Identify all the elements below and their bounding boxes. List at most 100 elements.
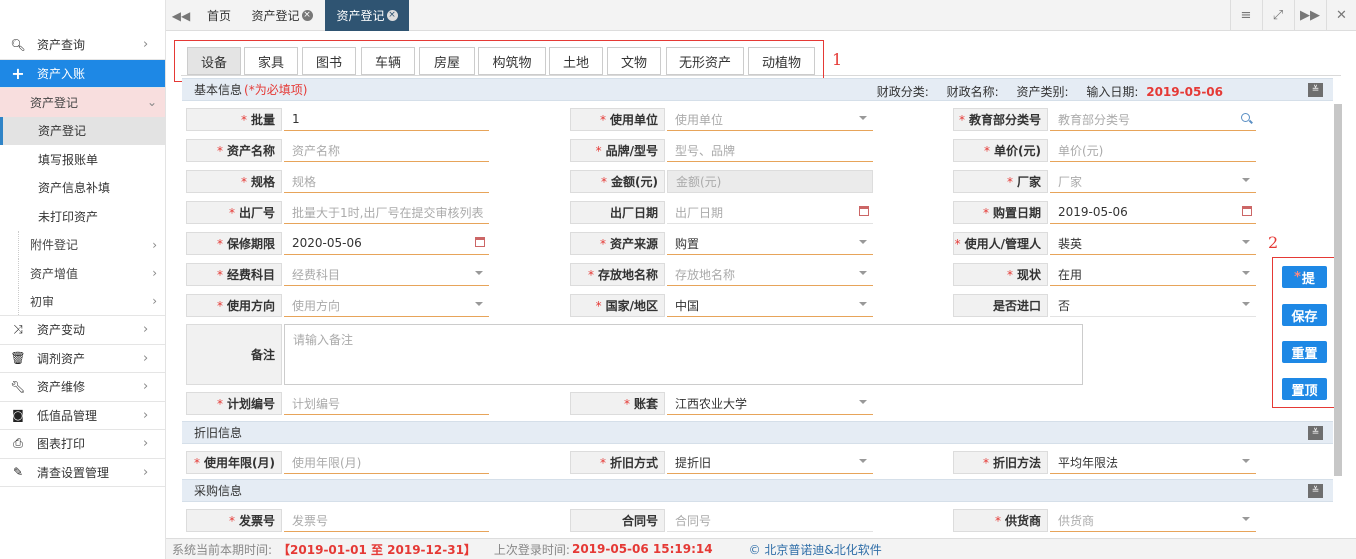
calendar-icon[interactable] (1242, 206, 1252, 216)
sidebar-item-label: 资产变动 (37, 323, 86, 338)
collapse-toggle-icon[interactable]: ≚ (1308, 83, 1323, 97)
brand-input[interactable]: 型号、品牌 (667, 139, 873, 162)
sidebar-item-asset-query[interactable]: 🔍︎ 资产查询 › (0, 31, 165, 60)
remark-textarea[interactable]: 请输入备注 (284, 324, 1083, 385)
source-select[interactable]: 购置 (667, 232, 873, 255)
top-button[interactable]: 置顶 (1282, 378, 1327, 400)
sidebar-item-label: 资产信息补填 (38, 181, 111, 196)
chevron-right-icon: › (143, 37, 149, 53)
buy-date-input[interactable]: 2019-05-06 (1050, 201, 1256, 224)
batch-input[interactable]: 1 (284, 108, 489, 131)
field-label: * 资产来源 (570, 232, 665, 255)
fullscreen-icon[interactable]: ⤢ (1262, 0, 1293, 31)
copyright[interactable]: © 北京普诺迪&北化软件 (749, 541, 882, 558)
close-icon[interactable]: × (301, 10, 313, 21)
collapse-toggle-icon[interactable]: ≚ (1308, 426, 1323, 440)
contract-input[interactable]: 合同号 (667, 509, 873, 532)
asset-name-input[interactable]: 资产名称 (284, 139, 489, 162)
vertical-scrollbar[interactable] (1334, 104, 1342, 476)
depreciation-mode-select[interactable]: 提折旧 (667, 451, 873, 474)
field-label: * 供货商 (953, 509, 1048, 532)
edu-class-input[interactable]: 教育部分类号 (1050, 108, 1256, 131)
warranty-input[interactable]: 2020-05-06 (284, 232, 489, 255)
unit-price-input[interactable]: 单价(元) (1050, 139, 1256, 162)
user-select[interactable]: 裴英 (1050, 232, 1256, 255)
field-value: 中国 (675, 298, 700, 313)
reset-button[interactable]: 重置 (1282, 341, 1327, 363)
finance-class-label: 财政分类: (876, 85, 929, 99)
serial-input[interactable]: 批量大于1时,出厂号在提交审核列表 (284, 201, 489, 224)
sidebar-item-asset-change[interactable]: ⤨ 资产变动 › (0, 316, 165, 345)
close-all-icon[interactable]: ✕ (1326, 0, 1356, 31)
sidebar-subitem-asset-register[interactable]: 资产登记 ⌄ (0, 88, 165, 117)
imported-select[interactable]: 否 (1050, 294, 1256, 317)
sidebar-item-low-value[interactable]: ◙ 低值品管理 › (0, 402, 165, 430)
chevron-right-icon: › (143, 464, 149, 480)
location-select[interactable]: 存放地名称 (667, 263, 873, 286)
calendar-icon[interactable] (475, 237, 485, 247)
mfg-date-input[interactable]: 出厂日期 (667, 201, 873, 224)
menu-icon[interactable]: ≡ (1230, 0, 1261, 31)
supplier-select[interactable]: 供货商 (1050, 509, 1256, 532)
tab-home[interactable]: 首页 (196, 0, 242, 31)
field-label: * 使用单位 (570, 108, 665, 131)
label-text: 备注 (250, 348, 275, 362)
sidebar-leaf-unprinted[interactable]: 未打印资产 (0, 202, 165, 231)
invoice-input[interactable]: 发票号 (284, 509, 489, 532)
dropdown-arrow-icon (859, 302, 867, 306)
tab-asset-register-1[interactable]: 资产登记 × (242, 0, 322, 31)
search-icon[interactable] (1241, 113, 1250, 122)
years-input[interactable]: 使用年限(月) (284, 451, 489, 474)
sidebar-item-asset-transfer[interactable]: 🗑︎ 调剂资产 › (0, 345, 165, 373)
sidebar-leaf-asset-register[interactable]: 资产登记 (0, 116, 165, 145)
label-text: 使用年限(月) (204, 456, 275, 470)
sidebar-leaf-info-supplement[interactable]: 资产信息补填 (0, 174, 165, 203)
unit-select[interactable]: 使用单位 (667, 108, 873, 131)
sidebar-item-asset-repair[interactable]: 🔧︎ 资产维修 › (0, 373, 165, 402)
sidebar-leaf-fill-report[interactable]: 填写报账单 (0, 145, 165, 174)
submit-button[interactable]: * 提 (1282, 266, 1327, 288)
status-select[interactable]: 在用 (1050, 263, 1256, 286)
sidebar-item-label: 低值品管理 (37, 408, 98, 423)
dropdown-arrow-icon (859, 271, 867, 275)
sidebar-subitem-appreciation[interactable]: 资产增值 › (0, 259, 165, 288)
field-label: * 折旧方式 (570, 451, 665, 474)
field-placeholder: 合同号 (675, 513, 712, 528)
calendar-icon[interactable] (859, 206, 869, 216)
shuffle-icon: ⤨ (13, 322, 23, 337)
label-text: 品牌/型号 (605, 144, 658, 158)
label-text: 规格 (250, 175, 275, 189)
label-text: 单价(元) (994, 144, 1041, 158)
spec-input[interactable]: 规格 (284, 170, 489, 193)
direction-select[interactable]: 使用方向 (284, 294, 489, 317)
sidebar-subitem-attachment[interactable]: 附件登记 › (0, 230, 165, 260)
fund-select[interactable]: 经费科目 (284, 263, 489, 286)
sidebar-item-asset-entry[interactable]: + 资产入账 (0, 59, 165, 88)
collapse-toggle-icon[interactable]: ≚ (1308, 484, 1323, 498)
tab-scroll-left-icon[interactable]: ◀◀ (166, 0, 196, 31)
label-text: 资产来源 (609, 237, 658, 251)
field-placeholder: 教育部分类号 (1058, 112, 1131, 127)
field-value: 2019-05-06 (1058, 205, 1128, 219)
field-label: * 账套 (570, 392, 665, 415)
save-button[interactable]: 保存 (1282, 304, 1327, 326)
account-select[interactable]: 江西农业大学 (667, 392, 873, 415)
depreciation-method-select[interactable]: 平均年限法 (1050, 451, 1256, 474)
tab-scroll-right-icon[interactable]: ▶▶ (1294, 0, 1325, 31)
section-header-purchase: 采购信息 ≚ (182, 479, 1333, 502)
label-text: 使用方向 (226, 299, 275, 313)
chevron-right-icon: › (152, 237, 157, 252)
sidebar-subitem-first-review[interactable]: 初审 › (0, 287, 165, 316)
plus-icon: + (11, 63, 25, 83)
plan-input[interactable]: 计划编号 (284, 392, 489, 415)
close-icon[interactable]: × (386, 10, 398, 21)
sidebar-item-chart-print[interactable]: ⎙ 图表打印 › (0, 430, 165, 459)
sidebar-item-audit-settings[interactable]: ✎ 清查设置管理 › (0, 459, 165, 487)
tab-asset-register-2[interactable]: 资产登记 × (325, 0, 409, 31)
sidebar-item-label: 资产查询 (37, 38, 86, 53)
maker-select[interactable]: 厂家 (1050, 170, 1256, 193)
field-label: * 使用方向 (186, 294, 282, 317)
label-text: 供货商 (1004, 514, 1041, 528)
country-select[interactable]: 中国 (667, 294, 873, 317)
field-value: 购置 (675, 236, 700, 251)
